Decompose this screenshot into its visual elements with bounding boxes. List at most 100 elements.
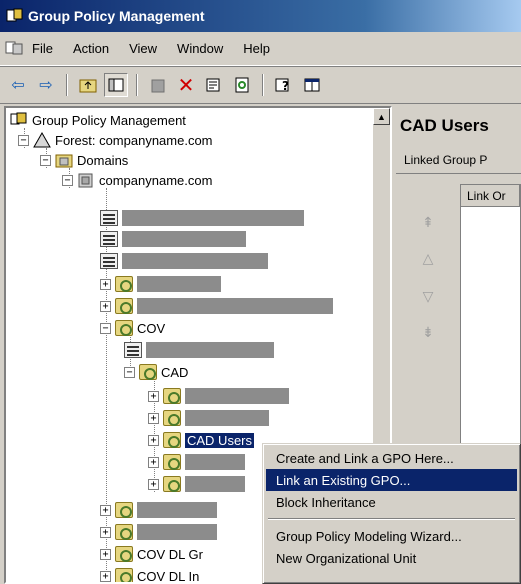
gpo-link-icon [124, 342, 142, 358]
details-title: CAD Users [400, 116, 489, 135]
move-down-icon[interactable]: ▽ [418, 288, 438, 308]
domain-icon [77, 172, 95, 188]
console-system-menu-icon[interactable] [4, 40, 26, 58]
ou-folder-icon [115, 276, 133, 292]
toolbar-separator [136, 74, 138, 96]
tree-ou-redacted[interactable]: + [148, 452, 245, 472]
expand-toggle[interactable]: + [100, 278, 111, 290]
back-icon[interactable]: ⇦ [6, 73, 30, 97]
collapse-toggle[interactable]: − [18, 134, 29, 146]
expand-toggle[interactable]: + [148, 434, 159, 446]
tree-gpo-link-redacted[interactable] [100, 251, 268, 271]
context-menu: Create and Link a GPO Here... Link an Ex… [262, 443, 521, 584]
up-folder-icon[interactable] [76, 73, 100, 97]
properties-icon[interactable] [202, 73, 226, 97]
toolbar-separator [262, 74, 264, 96]
expand-toggle[interactable]: + [100, 526, 111, 538]
refresh-icon[interactable] [230, 73, 254, 97]
expand-toggle[interactable]: + [148, 478, 159, 490]
tree-label: CAD [161, 364, 189, 380]
expand-toggle[interactable]: + [148, 456, 159, 468]
tree-domain[interactable]: − companyname.com [62, 170, 212, 190]
redacted-label [185, 410, 269, 426]
ou-folder-icon [115, 546, 133, 562]
expand-toggle[interactable]: + [100, 300, 111, 312]
forward-icon[interactable]: ⇨ [34, 73, 58, 97]
collapse-toggle[interactable]: − [40, 154, 51, 166]
menu-item-modeling-wizard[interactable]: Group Policy Modeling Wizard... [266, 525, 517, 547]
tree-domains[interactable]: − Domains [40, 150, 128, 170]
ou-folder-icon [163, 476, 181, 492]
redacted-label [185, 454, 245, 470]
menu-item-link-existing-gpo[interactable]: Link an Existing GPO... [266, 469, 517, 491]
expand-toggle[interactable]: + [148, 412, 159, 424]
tree-ou-cov-dl-in[interactable]: + COV DL In [100, 566, 200, 584]
gpo-link-icon [100, 253, 118, 269]
menu-window[interactable]: Window [177, 41, 223, 56]
tree-ou-redacted[interactable]: + [100, 500, 217, 520]
redacted-label [146, 342, 274, 358]
expand-toggle[interactable]: + [100, 548, 111, 560]
domains-folder-icon [55, 152, 73, 168]
redacted-label [137, 298, 333, 314]
move-up-icon[interactable]: △ [418, 250, 438, 270]
tree-ou-redacted[interactable]: + [148, 474, 245, 494]
tree-ou-cad-users[interactable]: + CAD Users [148, 430, 255, 450]
menu-view[interactable]: View [129, 41, 157, 56]
collapse-toggle[interactable]: − [62, 174, 73, 186]
tree-ou-cad[interactable]: − CAD [124, 362, 188, 382]
ou-folder-icon [163, 454, 181, 470]
move-bottom-icon[interactable]: ⇟ [418, 324, 438, 344]
collapse-toggle[interactable]: − [124, 366, 135, 378]
delete-icon[interactable]: ✕ [174, 73, 198, 97]
menu-file[interactable]: File [32, 41, 53, 56]
tree-gpo-link-redacted[interactable] [100, 229, 246, 249]
tree-label: COV [137, 320, 166, 336]
menu-item-create-and-link-gpo[interactable]: Create and Link a GPO Here... [266, 447, 517, 469]
ou-folder-icon [115, 568, 133, 582]
paste-icon[interactable] [146, 73, 170, 97]
export-list-icon[interactable] [300, 73, 324, 97]
ou-folder-icon [115, 524, 133, 540]
ou-folder-icon [115, 320, 133, 336]
tree-label: COV DL Gr [137, 546, 203, 562]
tree-label: Forest: companyname.com [55, 132, 213, 148]
tree-ou-redacted[interactable]: + [148, 408, 269, 428]
tree-label: companyname.com [99, 172, 213, 188]
tree-label: Group Policy Management [32, 112, 186, 128]
tree-ou-redacted[interactable]: + [100, 522, 217, 542]
tree-ou-redacted[interactable]: + [148, 386, 289, 406]
ou-folder-icon [139, 364, 157, 380]
expand-toggle[interactable]: + [100, 570, 111, 582]
tree-ou-cov-dl-gr[interactable]: + COV DL Gr [100, 544, 203, 564]
gpmc-icon [10, 112, 28, 128]
collapse-toggle[interactable]: − [100, 322, 111, 334]
expand-toggle[interactable]: + [148, 390, 159, 402]
tree-ou-cov[interactable]: − COV [100, 318, 165, 338]
ou-folder-icon [115, 298, 133, 314]
menu-help[interactable]: Help [243, 41, 270, 56]
tree-gpo-link-redacted[interactable] [124, 340, 274, 360]
tree-label: COV DL In [137, 568, 200, 584]
tab-linked-gpos[interactable]: Linked Group P [396, 146, 521, 174]
help-icon[interactable]: ? [272, 73, 296, 97]
tree-gpo-link-redacted[interactable] [100, 208, 304, 228]
show-hide-tree-icon[interactable] [104, 73, 128, 97]
tree-label: Domains [77, 152, 129, 168]
gpo-link-icon [100, 231, 118, 247]
ou-folder-icon [163, 410, 181, 426]
redacted-label [122, 253, 268, 269]
column-header-link-order[interactable]: Link Or [461, 185, 520, 207]
tree-ou-redacted[interactable]: + [100, 274, 221, 294]
scroll-up-button[interactable]: ▲ [373, 108, 390, 125]
window-title: Group Policy Management [28, 8, 205, 24]
menu-item-block-inheritance[interactable]: Block Inheritance [266, 491, 517, 513]
tree-forest[interactable]: − Forest: companyname.com [18, 130, 213, 150]
tree-root[interactable]: Group Policy Management [10, 110, 186, 130]
menu-action[interactable]: Action [73, 41, 109, 56]
menu-item-new-ou[interactable]: New Organizational Unit [266, 547, 517, 569]
tree-label-selected: CAD Users [185, 432, 255, 448]
tree-ou-redacted[interactable]: + [100, 296, 333, 316]
move-top-icon[interactable]: ⇞ [418, 214, 438, 234]
expand-toggle[interactable]: + [100, 504, 111, 516]
